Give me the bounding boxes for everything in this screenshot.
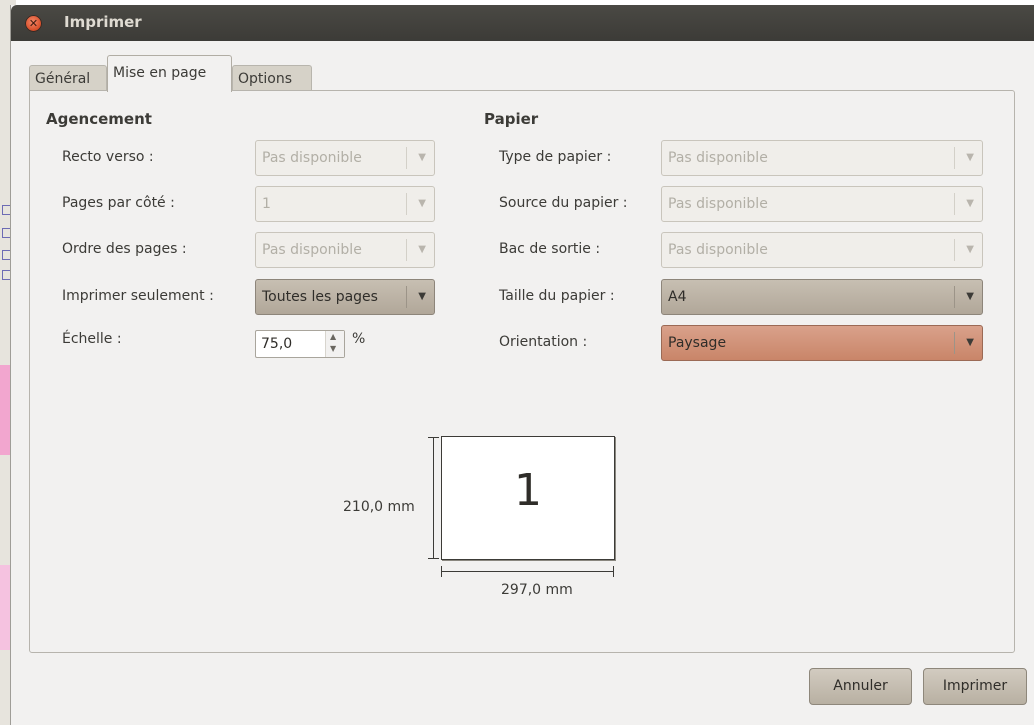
- paper-size-select[interactable]: A4 ▼: [661, 279, 983, 315]
- combo-separator: [954, 193, 955, 215]
- paper-source-select[interactable]: Pas disponible ▼: [661, 186, 983, 222]
- print-only-value: Toutes les pages: [262, 289, 378, 305]
- tab-options[interactable]: Options: [232, 65, 312, 91]
- width-dimension-cap: [441, 566, 442, 577]
- tab-general[interactable]: Général: [29, 65, 107, 91]
- spin-up-icon[interactable]: ▲: [330, 332, 336, 341]
- paper-type-value: Pas disponible: [668, 150, 768, 166]
- dropdown-arrow-icon: ▼: [966, 198, 974, 209]
- combo-separator: [406, 147, 407, 169]
- paper-type-label: Type de papier :: [499, 149, 612, 165]
- combo-separator: [406, 286, 407, 308]
- print-only-label: Imprimer seulement :: [62, 288, 214, 304]
- page-order-value: Pas disponible: [262, 242, 362, 258]
- dropdown-arrow-icon: ▼: [418, 291, 426, 302]
- dropdown-arrow-icon: ▼: [418, 244, 426, 255]
- pages-per-side-select[interactable]: 1 ▼: [255, 186, 435, 222]
- orientation-select[interactable]: Paysage ▼: [661, 325, 983, 361]
- section-title-papier: Papier: [484, 110, 539, 128]
- print-button[interactable]: Imprimer: [923, 668, 1027, 705]
- window-title: Imprimer: [64, 13, 142, 31]
- paper-source-label: Source du papier :: [499, 195, 628, 211]
- preview-height-label: 210,0 mm: [343, 499, 415, 515]
- section-title-agencement: Agencement: [46, 110, 152, 128]
- dropdown-arrow-icon: ▼: [418, 198, 426, 209]
- height-dimension-line: [433, 437, 434, 559]
- pages-per-side-label: Pages par côté :: [62, 195, 175, 211]
- paper-size-value: A4: [668, 289, 687, 305]
- height-dimension-cap: [428, 558, 439, 559]
- dropdown-arrow-icon: ▼: [418, 152, 426, 163]
- page-order-label: Ordre des pages :: [62, 241, 187, 257]
- width-dimension-cap: [613, 566, 614, 577]
- height-dimension-cap: [428, 437, 439, 438]
- dropdown-arrow-icon: ▼: [966, 291, 974, 302]
- page-order-select[interactable]: Pas disponible ▼: [255, 232, 435, 268]
- scale-value: 75,0: [261, 336, 293, 352]
- spin-buttons: ▲ ▼: [325, 331, 344, 357]
- page-preview: 1: [441, 436, 615, 560]
- orientation-label: Orientation :: [499, 334, 588, 350]
- preview-page-number: 1: [514, 465, 542, 516]
- orientation-value: Paysage: [668, 335, 727, 351]
- paper-source-value: Pas disponible: [668, 196, 768, 212]
- width-dimension-line: [441, 571, 614, 572]
- tab-mise-en-page[interactable]: Mise en page: [107, 55, 232, 92]
- spin-down-icon[interactable]: ▼: [330, 344, 336, 353]
- combo-separator: [954, 332, 955, 354]
- pages-per-side-value: 1: [262, 196, 271, 212]
- duplex-label: Recto verso :: [62, 149, 154, 165]
- dropdown-arrow-icon: ▼: [966, 337, 974, 348]
- combo-separator: [406, 239, 407, 261]
- combo-separator: [954, 286, 955, 308]
- scale-spinbox[interactable]: 75,0 ▲ ▼: [255, 330, 345, 358]
- duplex-select[interactable]: Pas disponible ▼: [255, 140, 435, 176]
- combo-separator: [954, 147, 955, 169]
- dropdown-arrow-icon: ▼: [966, 244, 974, 255]
- combo-separator: [954, 239, 955, 261]
- dropdown-arrow-icon: ▼: [966, 152, 974, 163]
- output-tray-label: Bac de sortie :: [499, 241, 601, 257]
- cancel-button[interactable]: Annuler: [809, 668, 912, 705]
- paper-size-label: Taille du papier :: [499, 288, 615, 304]
- paper-type-select[interactable]: Pas disponible ▼: [661, 140, 983, 176]
- output-tray-select[interactable]: Pas disponible ▼: [661, 232, 983, 268]
- scale-label: Échelle :: [62, 331, 122, 347]
- preview-width-label: 297,0 mm: [501, 582, 573, 598]
- scale-unit: %: [352, 331, 366, 347]
- duplex-value: Pas disponible: [262, 150, 362, 166]
- title-bar: ✕ Imprimer: [11, 5, 1034, 41]
- combo-separator: [406, 193, 407, 215]
- output-tray-value: Pas disponible: [668, 242, 768, 258]
- close-icon[interactable]: ✕: [25, 15, 42, 32]
- print-only-select[interactable]: Toutes les pages ▼: [255, 279, 435, 315]
